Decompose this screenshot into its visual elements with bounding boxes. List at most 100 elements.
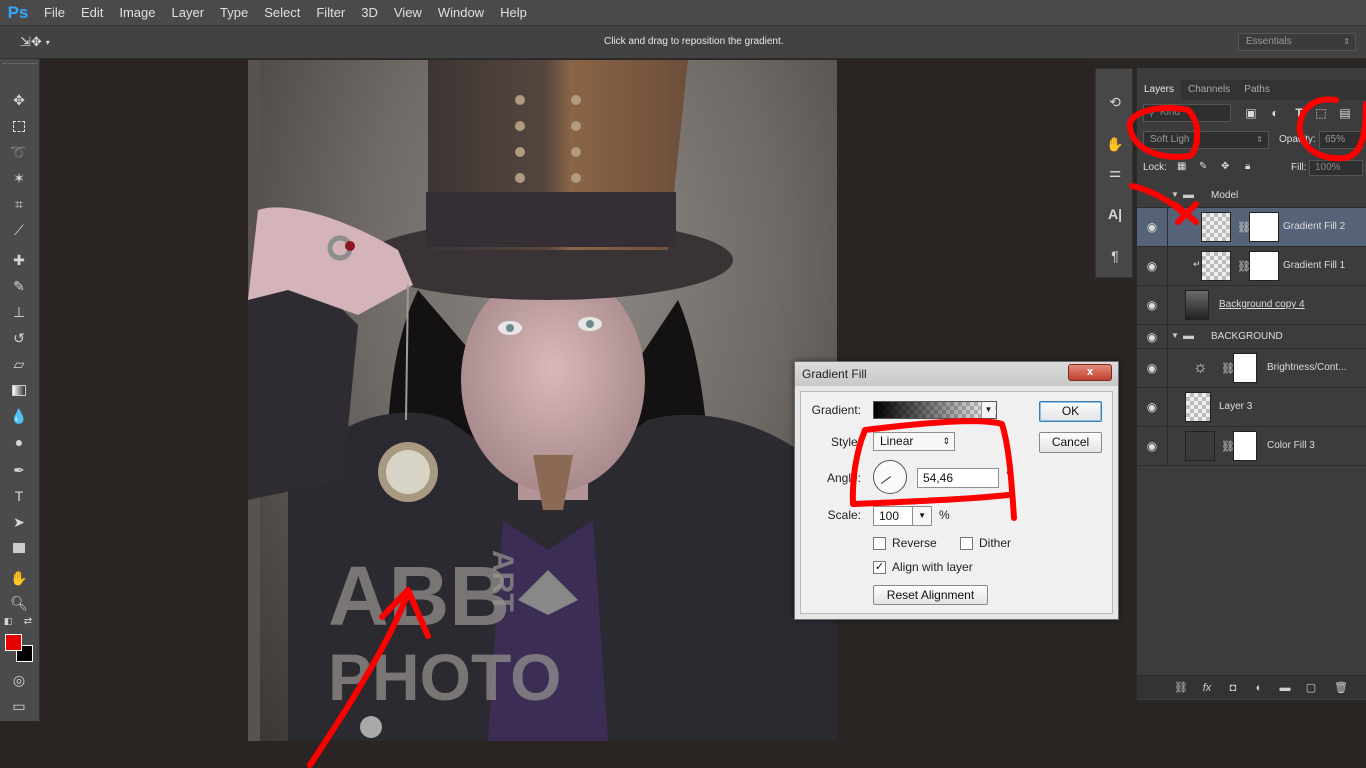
menu-type[interactable]: Type [212,0,256,26]
default-colors-icon[interactable]: ◧ [2,615,14,627]
history-panel-icon[interactable]: ⟲ [1104,91,1126,113]
eye-icon[interactable]: ◉ [1145,330,1159,344]
layer-group-background[interactable]: ◉ ▼ ▬ BACKGROUND [1137,325,1366,349]
shape-filter-icon[interactable]: ⬚ [1313,105,1329,121]
magic-wand-tool-icon[interactable]: ✶ [8,167,30,189]
cancel-button[interactable]: Cancel [1039,432,1102,453]
clone-stamp-tool-icon[interactable]: ⊥ [8,301,30,323]
kind-filter-select[interactable]: ⚲ Kind [1143,104,1231,122]
type-filter-icon[interactable]: T [1291,105,1307,121]
adjustment-filter-icon[interactable]: ◐ [1267,105,1283,121]
link-layers-icon[interactable]: ⛓ [1173,680,1189,696]
lock-transparent-icon[interactable]: ▦ [1177,161,1186,172]
tool-presets-icon[interactable]: ✋ [1104,133,1126,155]
new-group-icon[interactable]: ▬ [1277,680,1293,696]
brush-tool-icon[interactable]: ✎ [8,275,30,297]
tab-channels[interactable]: Channels [1181,80,1237,100]
tab-layers[interactable]: Layers [1137,80,1182,100]
zoom-tool-icon[interactable]: 🔍︎ [8,592,30,614]
eye-icon[interactable]: ◉ [1145,400,1159,414]
screen-mode-icon[interactable]: ▭ [8,695,30,717]
move-tool-icon[interactable]: ✥ [8,89,30,111]
link-icon[interactable]: ⛓ [1221,440,1235,454]
menu-filter[interactable]: Filter [308,0,353,26]
blur-tool-icon[interactable]: 💧 [8,405,30,427]
layer-row-gradient-fill-1[interactable]: ◉ ↵ ⛓ Gradient Fill 1 [1137,247,1366,286]
lock-position-icon[interactable]: ✥ [1221,161,1229,172]
type-tool-icon[interactable]: T [8,485,30,507]
crop-tool-icon[interactable]: ⌗ [8,193,30,215]
style-select[interactable]: Linear ⇕ [873,432,955,451]
layer-row-layer-3[interactable]: ◉ Layer 3 [1137,388,1366,427]
ok-button[interactable]: OK [1039,401,1102,422]
eyedropper-tool-icon[interactable]: ⟋ [8,219,30,241]
align-with-layer-checkbox[interactable]: ✓ [873,561,886,574]
layer-row-gradient-fill-2[interactable]: ◉ ⛓ Gradient Fill 2 [1137,208,1366,247]
menu-file[interactable]: File [36,0,73,26]
menu-3d[interactable]: 3D [353,0,386,26]
panel-grip[interactable] [3,63,37,67]
layer-row-background-copy-4[interactable]: ◉ Background copy 4 [1137,286,1366,325]
workspace-select[interactable]: Essentials ⇕ [1238,33,1356,51]
gradient-preview-swatch[interactable] [873,401,997,419]
fill-input[interactable]: 100% [1309,160,1363,176]
layer-group-model[interactable]: ▼ ▬ Model [1137,184,1366,208]
layer-row-color-fill-3[interactable]: ◉ ⛓ Color Fill 3 [1137,427,1366,466]
angle-dial[interactable] [873,460,907,494]
trash-icon[interactable]: 🗑︎ [1333,680,1349,696]
menu-layer[interactable]: Layer [164,0,213,26]
menu-help[interactable]: Help [492,0,535,26]
scale-dropdown[interactable]: ▼ [912,506,932,526]
dialog-titlebar[interactable]: Gradient Fill x [795,362,1118,386]
menu-edit[interactable]: Edit [73,0,111,26]
eye-icon[interactable]: ◉ [1145,361,1159,375]
eye-icon[interactable]: ◉ [1145,220,1159,234]
twirl-down-icon[interactable]: ▼ [1171,331,1181,341]
menu-window[interactable]: Window [430,0,492,26]
eye-icon[interactable]: ◉ [1145,259,1159,273]
opacity-input[interactable]: 65% [1319,131,1363,149]
gradient-picker-dropdown[interactable]: ▼ [981,402,995,418]
fx-icon[interactable]: fx [1199,680,1215,696]
twirl-down-icon[interactable]: ▼ [1171,190,1181,200]
document-photo[interactable]: ABB PHOTO ART [248,60,837,741]
add-mask-icon[interactable]: ◘ [1225,680,1241,696]
lock-all-icon[interactable]: 🔒︎ [1245,161,1250,172]
lasso-tool-icon[interactable]: ➰ [8,141,30,163]
menu-select[interactable]: Select [256,0,308,26]
blend-mode-select[interactable]: Soft Ligh ⇕ [1143,131,1269,149]
gradient-tool-icon[interactable] [8,379,30,401]
scale-input[interactable]: 100 [873,506,913,526]
adjustments-panel-icon[interactable]: ⚌ [1104,161,1126,183]
tab-paths[interactable]: Paths [1237,80,1277,100]
dodge-tool-icon[interactable]: ● [8,431,30,453]
link-icon[interactable]: ⛓ [1237,260,1251,274]
smart-object-filter-icon[interactable]: ▤ [1337,105,1353,121]
new-adjustment-layer-icon[interactable]: ◐ [1251,680,1267,696]
quick-mask-icon[interactable]: ◎ [8,669,30,691]
paragraph-panel-icon[interactable]: ¶ [1104,245,1126,267]
close-button[interactable]: x [1068,364,1112,381]
lock-pixels-icon[interactable]: ✎ [1199,161,1207,172]
eye-icon[interactable]: ◉ [1145,439,1159,453]
menu-view[interactable]: View [386,0,430,26]
swap-colors-icon[interactable]: ⇄ [22,615,34,627]
healing-brush-tool-icon[interactable]: ✚ [8,249,30,271]
reverse-checkbox[interactable] [873,537,886,550]
character-panel-icon[interactable]: A| [1104,203,1126,225]
dither-checkbox[interactable] [960,537,973,550]
path-selection-tool-icon[interactable]: ➤ [8,511,30,533]
new-layer-icon[interactable]: ▢ [1303,680,1319,696]
eraser-tool-icon[interactable]: ▱ [8,353,30,375]
angle-input[interactable]: 54,46 [917,468,999,488]
hand-tool-icon[interactable]: ✋ [8,567,30,589]
reset-alignment-button[interactable]: Reset Alignment [873,585,988,605]
eye-icon[interactable]: ◉ [1145,298,1159,312]
history-brush-tool-icon[interactable]: ↺ [8,327,30,349]
marquee-tool-icon[interactable] [8,115,30,137]
link-icon[interactable]: ⛓ [1221,362,1235,376]
link-icon[interactable]: ⛓ [1237,221,1251,235]
pen-tool-icon[interactable]: ✒ [8,459,30,481]
foreground-color-swatch[interactable] [5,634,22,651]
menu-image[interactable]: Image [111,0,163,26]
